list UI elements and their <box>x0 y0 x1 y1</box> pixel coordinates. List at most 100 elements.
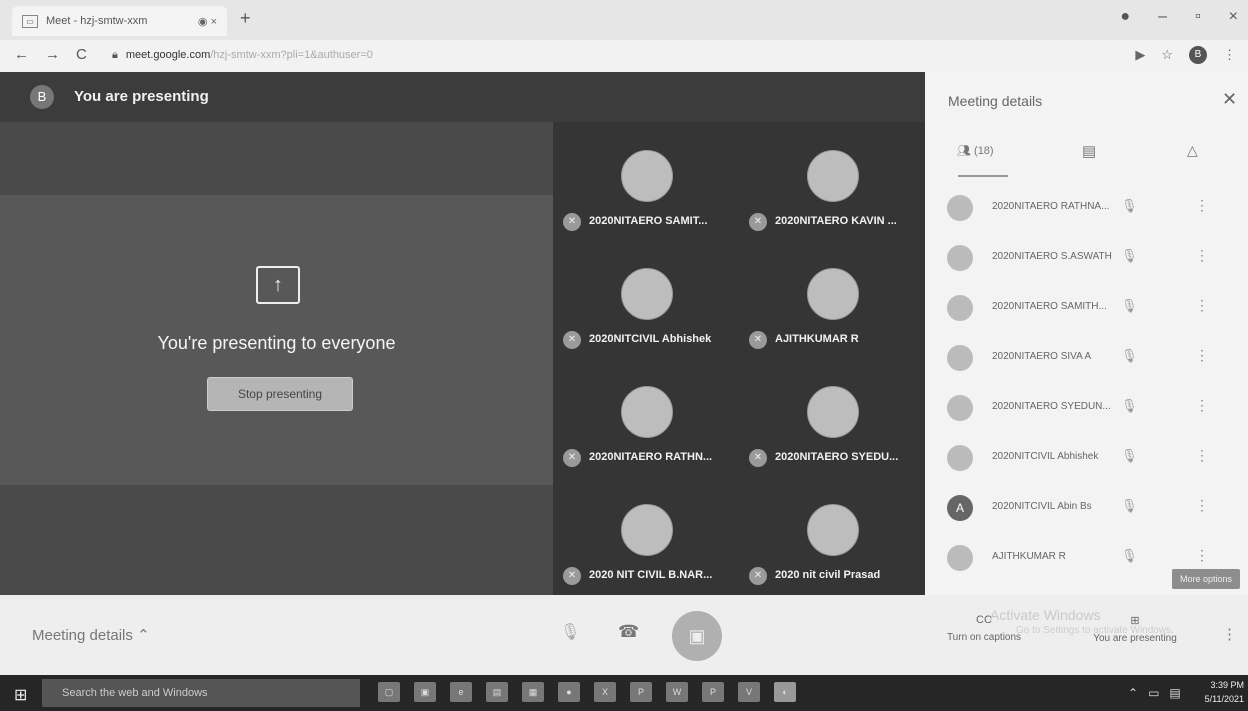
tray-chevron-icon[interactable]: ⌃ <box>1128 686 1138 700</box>
participant-name: 2020NITCIVIL Abhishek <box>589 333 712 345</box>
url-host: meet.google.com <box>125 49 211 61</box>
maximize-button[interactable]: ▫ <box>1195 8 1201 26</box>
chevron-up-icon: ⌃ <box>137 627 150 644</box>
microphone-button[interactable]: 🎙︎ <box>560 622 580 642</box>
word-icon[interactable]: W <box>666 682 688 702</box>
windows-start-icon[interactable]: ⊞ <box>14 685 27 705</box>
store-icon[interactable]: ▦ <box>522 682 544 702</box>
clock-time: 3:39 PM <box>1210 680 1244 690</box>
present-icon: ⊞ <box>1130 615 1140 627</box>
participant-row-name: 2020NITAERO SIVA A <box>992 351 1092 362</box>
task-view-icon[interactable]: ▢ <box>378 682 400 702</box>
url-field[interactable]: 🔒︎ meet.google.com/hzj-smtw-xxm?pli=1&aut… <box>112 49 373 62</box>
reload-button[interactable]: C <box>76 46 87 63</box>
close-panel-button[interactable]: ✕ <box>1222 89 1237 110</box>
browser-tab[interactable]: ▭ Meet - hzj-smtw-xxm ◉ × <box>12 6 227 36</box>
captions-button[interactable]: CC Turn on captions <box>944 614 1024 643</box>
excel-icon[interactable]: X <box>594 682 616 702</box>
mic-off-icon: 🎙︎ <box>1121 298 1138 313</box>
participant-tile[interactable]: ✕ 2020NITCIVIL Abhishek <box>553 240 739 358</box>
presenter-avatar: B <box>30 85 54 109</box>
captions-icon: CC <box>976 614 992 626</box>
mic-off-icon: ✕ <box>563 331 581 349</box>
presenting-to-everyone-text: You're presenting to everyone <box>157 333 396 353</box>
mic-off-icon: 🎙︎ <box>1121 498 1138 513</box>
camera-indicator-icon[interactable]: ▶ <box>1135 47 1145 63</box>
participant-avatar <box>947 395 973 421</box>
new-tab-button[interactable]: + <box>240 8 251 29</box>
more-options-icon[interactable]: ⋮ <box>1195 247 1209 264</box>
participant-grid: ✕ 2020NITAERO SAMIT... ✕ 2020NITAERO KAV… <box>553 122 925 595</box>
more-options-button[interactable]: ⋮ <box>1222 625 1237 643</box>
participant-tile[interactable]: ✕ 2020 nit civil Prasad <box>739 476 925 594</box>
window-controls: ● – ▫ × <box>1120 8 1238 26</box>
mic-off-icon: ✕ <box>749 449 767 467</box>
more-options-icon[interactable]: ⋮ <box>1195 497 1209 514</box>
mic-off-icon: 🎙︎ <box>1121 448 1138 463</box>
presenting-banner-text: You are presenting <box>74 88 209 105</box>
profile-avatar[interactable]: B <box>1189 46 1207 64</box>
present-button[interactable]: ⊞ You are presenting <box>1080 614 1190 644</box>
activities-tab-icon[interactable]: △ <box>1187 142 1198 159</box>
more-options-icon[interactable]: ⋮ <box>1195 297 1209 314</box>
chrome-icon[interactable]: ◐ <box>774 682 796 702</box>
taskbar-app-icon[interactable]: ▣ <box>414 682 436 702</box>
stop-presenting-button[interactable]: Stop presenting <box>207 377 353 411</box>
hang-up-button[interactable]: ☎︎ <box>618 622 639 642</box>
participant-row-name: 2020NITCIVIL Abin Bs <box>992 501 1092 512</box>
file-explorer-icon[interactable]: ▤ <box>486 682 508 702</box>
back-button[interactable]: ← <box>14 46 29 63</box>
captions-label: Turn on captions <box>946 632 1022 643</box>
mic-off-icon: 🎙︎ <box>1121 548 1138 563</box>
more-options-icon[interactable]: ⋮ <box>1195 197 1209 214</box>
participant-tile[interactable]: ✕ 2020 NIT CIVIL B.NAR... <box>553 476 739 594</box>
participant-photo <box>807 386 859 438</box>
meet-favicon-icon: ▭ <box>22 14 38 28</box>
taskbar-search-input[interactable]: Search the web and Windows <box>42 679 360 707</box>
visio-icon[interactable]: V <box>738 682 760 702</box>
tab-close-button[interactable]: ◉ × <box>198 15 217 28</box>
media-player-icon[interactable]: ● <box>558 682 580 702</box>
more-options-icon[interactable]: ⋮ <box>1195 547 1209 564</box>
minimize-button[interactable]: – <box>1158 8 1167 26</box>
taskbar-clock[interactable]: 3:39 PM 5/11/2021 <box>1198 678 1244 706</box>
lock-icon: 🔒︎ <box>112 49 118 61</box>
chat-tab-icon[interactable]: ▤ <box>1082 142 1096 160</box>
publisher-icon[interactable]: P <box>702 682 724 702</box>
powerpoint-icon[interactable]: P <box>630 682 652 702</box>
present-label: You are presenting <box>1093 633 1177 644</box>
bookmark-star-icon[interactable]: ☆ <box>1161 47 1173 63</box>
participant-photo <box>621 150 673 202</box>
participant-tile[interactable]: ✕ 2020NITAERO KAVIN ... <box>739 122 925 240</box>
more-options-icon[interactable]: ⋮ <box>1195 447 1209 464</box>
account-circle-icon[interactable]: ● <box>1120 8 1130 26</box>
participant-tile[interactable]: ✕ 2020NITAERO RATHN... <box>553 358 739 476</box>
notifications-icon[interactable]: ▤ <box>1169 686 1180 700</box>
browser-menu-icon[interactable]: ⋮ <box>1223 47 1236 63</box>
people-tab[interactable]: 👥︎ (18) <box>957 144 994 157</box>
nav-buttons: ← → C <box>14 46 87 63</box>
mic-off-icon: ✕ <box>749 567 767 585</box>
participant-row-name: AJITHKUMAR R <box>992 551 1066 562</box>
battery-icon[interactable]: ▭ <box>1148 686 1159 700</box>
edge-browser-icon[interactable]: e <box>450 682 472 702</box>
participant-photo <box>621 504 673 556</box>
close-window-button[interactable]: × <box>1229 8 1238 26</box>
more-options-icon[interactable]: ⋮ <box>1195 347 1209 364</box>
participant-row-name: 2020NITAERO SAMITH... <box>992 301 1107 312</box>
participant-tile[interactable]: ✕ 2020NITAERO SYEDU... <box>739 358 925 476</box>
participant-row: A 2020NITCIVIL Abin Bs 🎙︎ ⋮ <box>925 485 1248 535</box>
meeting-details-toggle[interactable]: Meeting details ⌃ <box>32 626 150 644</box>
participant-avatar <box>947 345 973 371</box>
participant-tile[interactable]: ✕ 2020NITAERO SAMIT... <box>553 122 739 240</box>
participant-tile[interactable]: ✕ AJITHKUMAR R <box>739 240 925 358</box>
meeting-details-label: Meeting details <box>32 627 133 644</box>
participant-name: 2020NITAERO SYEDU... <box>775 451 899 463</box>
participant-avatar: A <box>947 495 973 521</box>
participant-avatar <box>947 245 973 271</box>
participant-avatar <box>947 295 973 321</box>
more-options-icon[interactable]: ⋮ <box>1195 397 1209 414</box>
camera-off-button[interactable]: ▣ <box>672 611 722 661</box>
participant-row: 2020NITAERO SYEDUN... 🎙︎ ⋮ <box>925 385 1248 435</box>
forward-button[interactable]: → <box>45 46 60 63</box>
